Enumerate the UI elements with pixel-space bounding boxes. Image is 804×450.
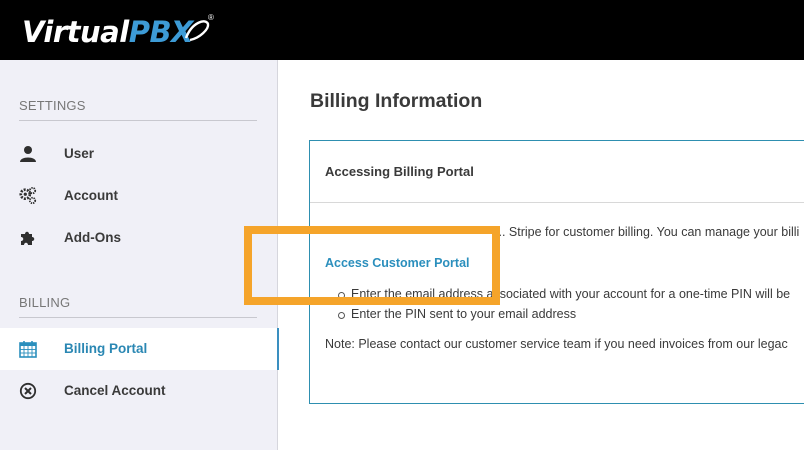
sidebar-item-add-ons[interactable]: Add-Ons xyxy=(0,217,278,259)
sidebar-item-label: User xyxy=(64,146,95,161)
puzzle-icon xyxy=(21,231,35,245)
logo-text-primary: Virtual xyxy=(22,15,129,49)
logo-registered-mark: ® xyxy=(208,13,214,22)
card-intro-text: ... Stripe for customer billing. You can… xyxy=(495,225,800,239)
page-title: Billing Information xyxy=(310,90,483,112)
sidebar-item-account[interactable]: Account xyxy=(0,175,278,217)
billing-section-label: BILLING xyxy=(19,295,71,310)
virtualpbx-logo[interactable]: Virtual PBX ® xyxy=(22,12,214,52)
sidebar-item-label: Cancel Account xyxy=(64,383,166,398)
list-item-text: Enter the PIN sent to your email address xyxy=(351,307,577,321)
settings-section-label: SETTINGS xyxy=(19,98,86,113)
sidebar-item-cancel-account[interactable]: Cancel Account xyxy=(0,370,278,412)
card-note-text: Note: Please contact our customer servic… xyxy=(325,337,788,351)
gears-icon xyxy=(19,187,37,205)
sidebar-item-label: Billing Portal xyxy=(64,341,148,356)
user-icon xyxy=(20,146,36,162)
list-item: Enter the PIN sent to your email address xyxy=(338,307,576,321)
sidebar-item-label: Account xyxy=(64,188,118,203)
card-title: Accessing Billing Portal xyxy=(325,164,474,179)
sidebar: SETTINGS User Account Add-Ons BILLING Bi… xyxy=(0,60,279,450)
sidebar-item-label: Add-Ons xyxy=(64,230,121,245)
calendar-icon xyxy=(19,341,37,358)
sidebar-item-user[interactable]: User xyxy=(0,133,278,175)
top-bar: Virtual PBX ® xyxy=(0,0,804,60)
sidebar-item-billing-portal[interactable]: Billing Portal xyxy=(0,328,279,370)
billing-divider xyxy=(19,317,257,318)
settings-divider xyxy=(19,120,257,121)
card-header: Accessing Billing Portal xyxy=(310,141,804,203)
highlight-annotation-box xyxy=(244,226,500,305)
close-circle-icon xyxy=(19,382,37,400)
